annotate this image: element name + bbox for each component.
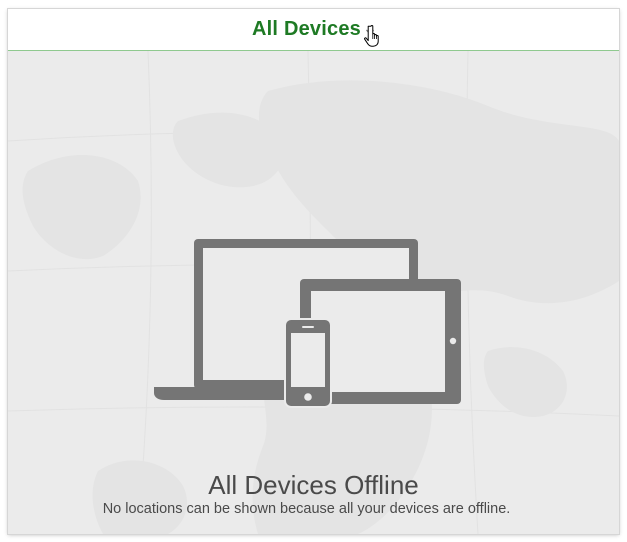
header-bar: All Devices bbox=[8, 9, 619, 51]
device-selector-label: All Devices bbox=[252, 18, 361, 40]
hand-pointer-icon bbox=[364, 24, 379, 47]
find-my-window: All Devices All Devices Offline No locat… bbox=[8, 9, 619, 534]
empty-state-message: No locations can be shown because all yo… bbox=[102, 501, 511, 517]
empty-state-title: All Devices Offline bbox=[208, 470, 419, 500]
devices-illustration-icon bbox=[154, 239, 461, 408]
device-selector-button[interactable]: All Devices bbox=[252, 18, 379, 47]
